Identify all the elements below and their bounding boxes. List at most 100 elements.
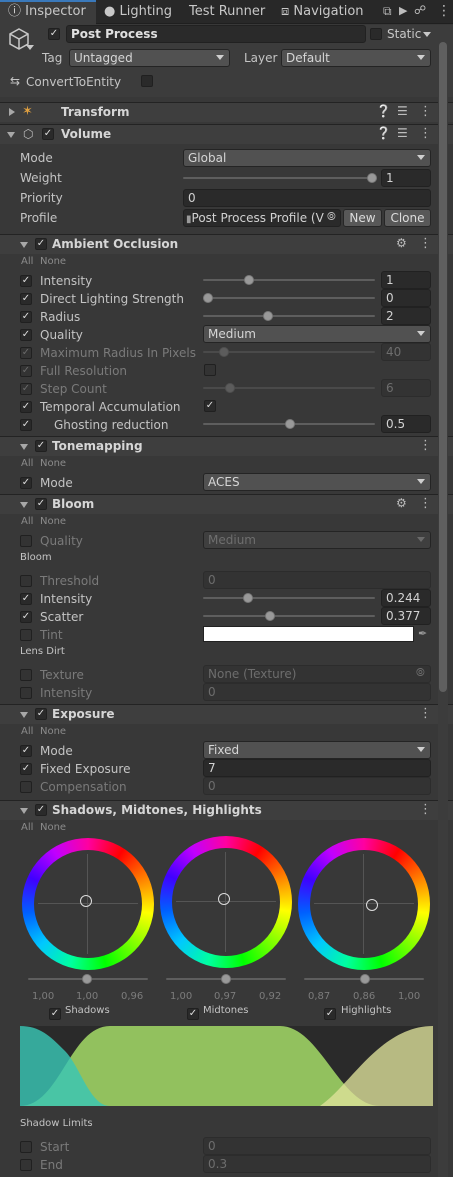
- ao-fullres-override[interactable]: ✓: [20, 365, 32, 377]
- object-name-field[interactable]: Post Process: [66, 25, 366, 43]
- ao-direct-track[interactable]: [203, 297, 375, 299]
- tonemapping-enabled-checkbox[interactable]: ✓: [35, 440, 47, 452]
- clone-profile-button[interactable]: Clone: [384, 209, 431, 227]
- bloom-header[interactable]: ✓ Bloom ⚙ ⋮: [0, 494, 453, 514]
- ao-foldout-icon[interactable]: [20, 242, 28, 248]
- ao-quality-override[interactable]: ✓: [20, 329, 32, 341]
- highlights-wheel-slider-knob[interactable]: [360, 974, 370, 984]
- presets-icon[interactable]: ☰: [397, 126, 408, 140]
- ao-quality-dropdown[interactable]: Medium: [203, 325, 431, 343]
- ao-intensity-track[interactable]: [203, 279, 375, 281]
- bloom-intensity-field[interactable]: 0.244: [381, 589, 431, 607]
- smh-start-override[interactable]: [20, 1141, 32, 1153]
- ao-direct-knob[interactable]: [203, 293, 213, 303]
- new-profile-button[interactable]: New: [343, 209, 382, 227]
- tab-inspector[interactable]: ⓘ Inspector: [8, 0, 86, 24]
- ao-maxradius-override[interactable]: ✓: [20, 347, 32, 359]
- smh-end-field[interactable]: 0.3: [203, 1155, 431, 1173]
- weight-field[interactable]: 1: [381, 169, 431, 187]
- ao-intensity-field[interactable]: 1: [381, 271, 431, 289]
- exposure-foldout-icon[interactable]: [20, 712, 28, 718]
- ao-maxradius-knob[interactable]: [219, 347, 229, 357]
- exposure-toggle-all[interactable]: All: [21, 726, 33, 737]
- ao-intensity-override[interactable]: ✓: [20, 275, 32, 287]
- override-menu-icon[interactable]: ⋮: [419, 496, 432, 511]
- midtones-wheel-checkbox[interactable]: ✓: [187, 1008, 199, 1020]
- bloom-tint-override[interactable]: [20, 629, 32, 641]
- bloom-dirt-intensity-field[interactable]: 0: [203, 683, 431, 701]
- bloom-enabled-checkbox[interactable]: ✓: [35, 498, 47, 510]
- bloom-intensity-track[interactable]: [203, 597, 375, 599]
- bloom-texture-field[interactable]: None (Texture): [203, 665, 431, 683]
- static-checkbox[interactable]: [370, 28, 382, 40]
- exposure-toggle-none[interactable]: None: [40, 726, 66, 737]
- bloom-dirt-intensity-override[interactable]: [20, 687, 32, 699]
- ao-radius-knob[interactable]: [263, 311, 273, 321]
- exposure-mode-override[interactable]: ✓: [20, 745, 32, 757]
- transform-header[interactable]: ✶ Transform ❔ ☰ ⋮: [0, 102, 453, 122]
- transform-foldout-icon[interactable]: [9, 108, 15, 116]
- bloom-quality-override[interactable]: [20, 535, 32, 547]
- icon-dropdown-arrow-icon[interactable]: [26, 45, 34, 50]
- override-menu-icon[interactable]: ⋮: [419, 706, 432, 721]
- ao-stepcount-override[interactable]: ✓: [20, 383, 32, 395]
- object-picker-icon[interactable]: ⦾: [327, 210, 336, 224]
- tag-dropdown[interactable]: Untagged: [69, 49, 230, 67]
- ao-stepcount-field[interactable]: 6: [381, 379, 431, 397]
- volume-foldout-icon[interactable]: [7, 132, 15, 138]
- advanced-settings-icon[interactable]: ⚙: [396, 236, 407, 250]
- eyedropper-icon[interactable]: ✒: [418, 627, 427, 640]
- component-menu-icon[interactable]: ⋮: [419, 104, 432, 119]
- exposure-comp-override[interactable]: [20, 781, 32, 793]
- tonemapping-toggle-all[interactable]: All: [21, 458, 33, 469]
- bloom-scatter-override[interactable]: ✓: [20, 611, 32, 623]
- smh-header[interactable]: ✓ Shadows, Midtones, Highlights ⋮: [0, 800, 453, 820]
- exposure-comp-field[interactable]: 0: [203, 777, 431, 795]
- ao-radius-track[interactable]: [203, 315, 375, 317]
- smh-start-field[interactable]: 0: [203, 1137, 431, 1155]
- lock-icon[interactable]: ☍: [414, 3, 426, 17]
- ao-temporal-checkbox[interactable]: ✓: [204, 400, 216, 412]
- presets-icon[interactable]: ☰: [397, 104, 408, 118]
- ao-direct-override[interactable]: ✓: [20, 293, 32, 305]
- ao-temporal-override[interactable]: ✓: [20, 401, 32, 413]
- exposure-header[interactable]: ✓ Exposure ⋮: [0, 704, 453, 724]
- override-menu-icon[interactable]: ⋮: [419, 802, 432, 817]
- chevron-right-icon[interactable]: ▶: [399, 4, 407, 17]
- help-icon[interactable]: ❔: [376, 104, 391, 118]
- bloom-scatter-knob[interactable]: [265, 611, 275, 621]
- shadows-wheel-handle[interactable]: [80, 895, 92, 907]
- weight-slider-track[interactable]: [183, 177, 373, 179]
- layer-dropdown[interactable]: Default: [281, 49, 431, 67]
- ao-ghosting-override[interactable]: ✓: [20, 419, 32, 431]
- ao-toggle-all[interactable]: All: [21, 256, 33, 267]
- exposure-fixed-override[interactable]: ✓: [20, 763, 32, 775]
- tonemapping-toggle-none[interactable]: None: [40, 458, 66, 469]
- ao-stepcount-knob[interactable]: [225, 383, 235, 393]
- tonemapping-header[interactable]: ✓ Tonemapping ⋮: [0, 436, 453, 456]
- texture-picker-icon[interactable]: ⦾: [416, 666, 425, 680]
- static-dropdown-icon[interactable]: [423, 32, 431, 37]
- exposure-mode-dropdown[interactable]: Fixed: [203, 741, 431, 759]
- debug-icon[interactable]: ⧉: [383, 4, 392, 19]
- priority-field[interactable]: 0: [183, 189, 431, 207]
- tab-test-runner[interactable]: Test Runner: [189, 0, 265, 24]
- tab-lighting[interactable]: ● Lighting: [104, 0, 172, 24]
- ao-toggle-none[interactable]: None: [40, 256, 66, 267]
- volume-enabled-checkbox[interactable]: ✓: [42, 128, 54, 140]
- smh-end-override[interactable]: [20, 1159, 32, 1171]
- ao-radius-field[interactable]: 2: [381, 307, 431, 325]
- bloom-foldout-icon[interactable]: [20, 502, 28, 508]
- bloom-intensity-knob[interactable]: [243, 593, 253, 603]
- bloom-intensity-override[interactable]: ✓: [20, 593, 32, 605]
- tonemapping-foldout-icon[interactable]: [20, 444, 28, 450]
- bloom-quality-dropdown[interactable]: Medium: [203, 531, 431, 549]
- component-menu-icon[interactable]: ⋮: [419, 126, 432, 141]
- ao-ghosting-field[interactable]: 0.5: [381, 415, 431, 433]
- ao-ghosting-knob[interactable]: [285, 419, 295, 429]
- bloom-scatter-field[interactable]: 0.377: [381, 607, 431, 625]
- bloom-threshold-override[interactable]: [20, 575, 32, 587]
- smh-toggle-none[interactable]: None: [40, 822, 66, 833]
- highlights-color-wheel[interactable]: [298, 838, 430, 970]
- smh-enabled-checkbox[interactable]: ✓: [35, 804, 47, 816]
